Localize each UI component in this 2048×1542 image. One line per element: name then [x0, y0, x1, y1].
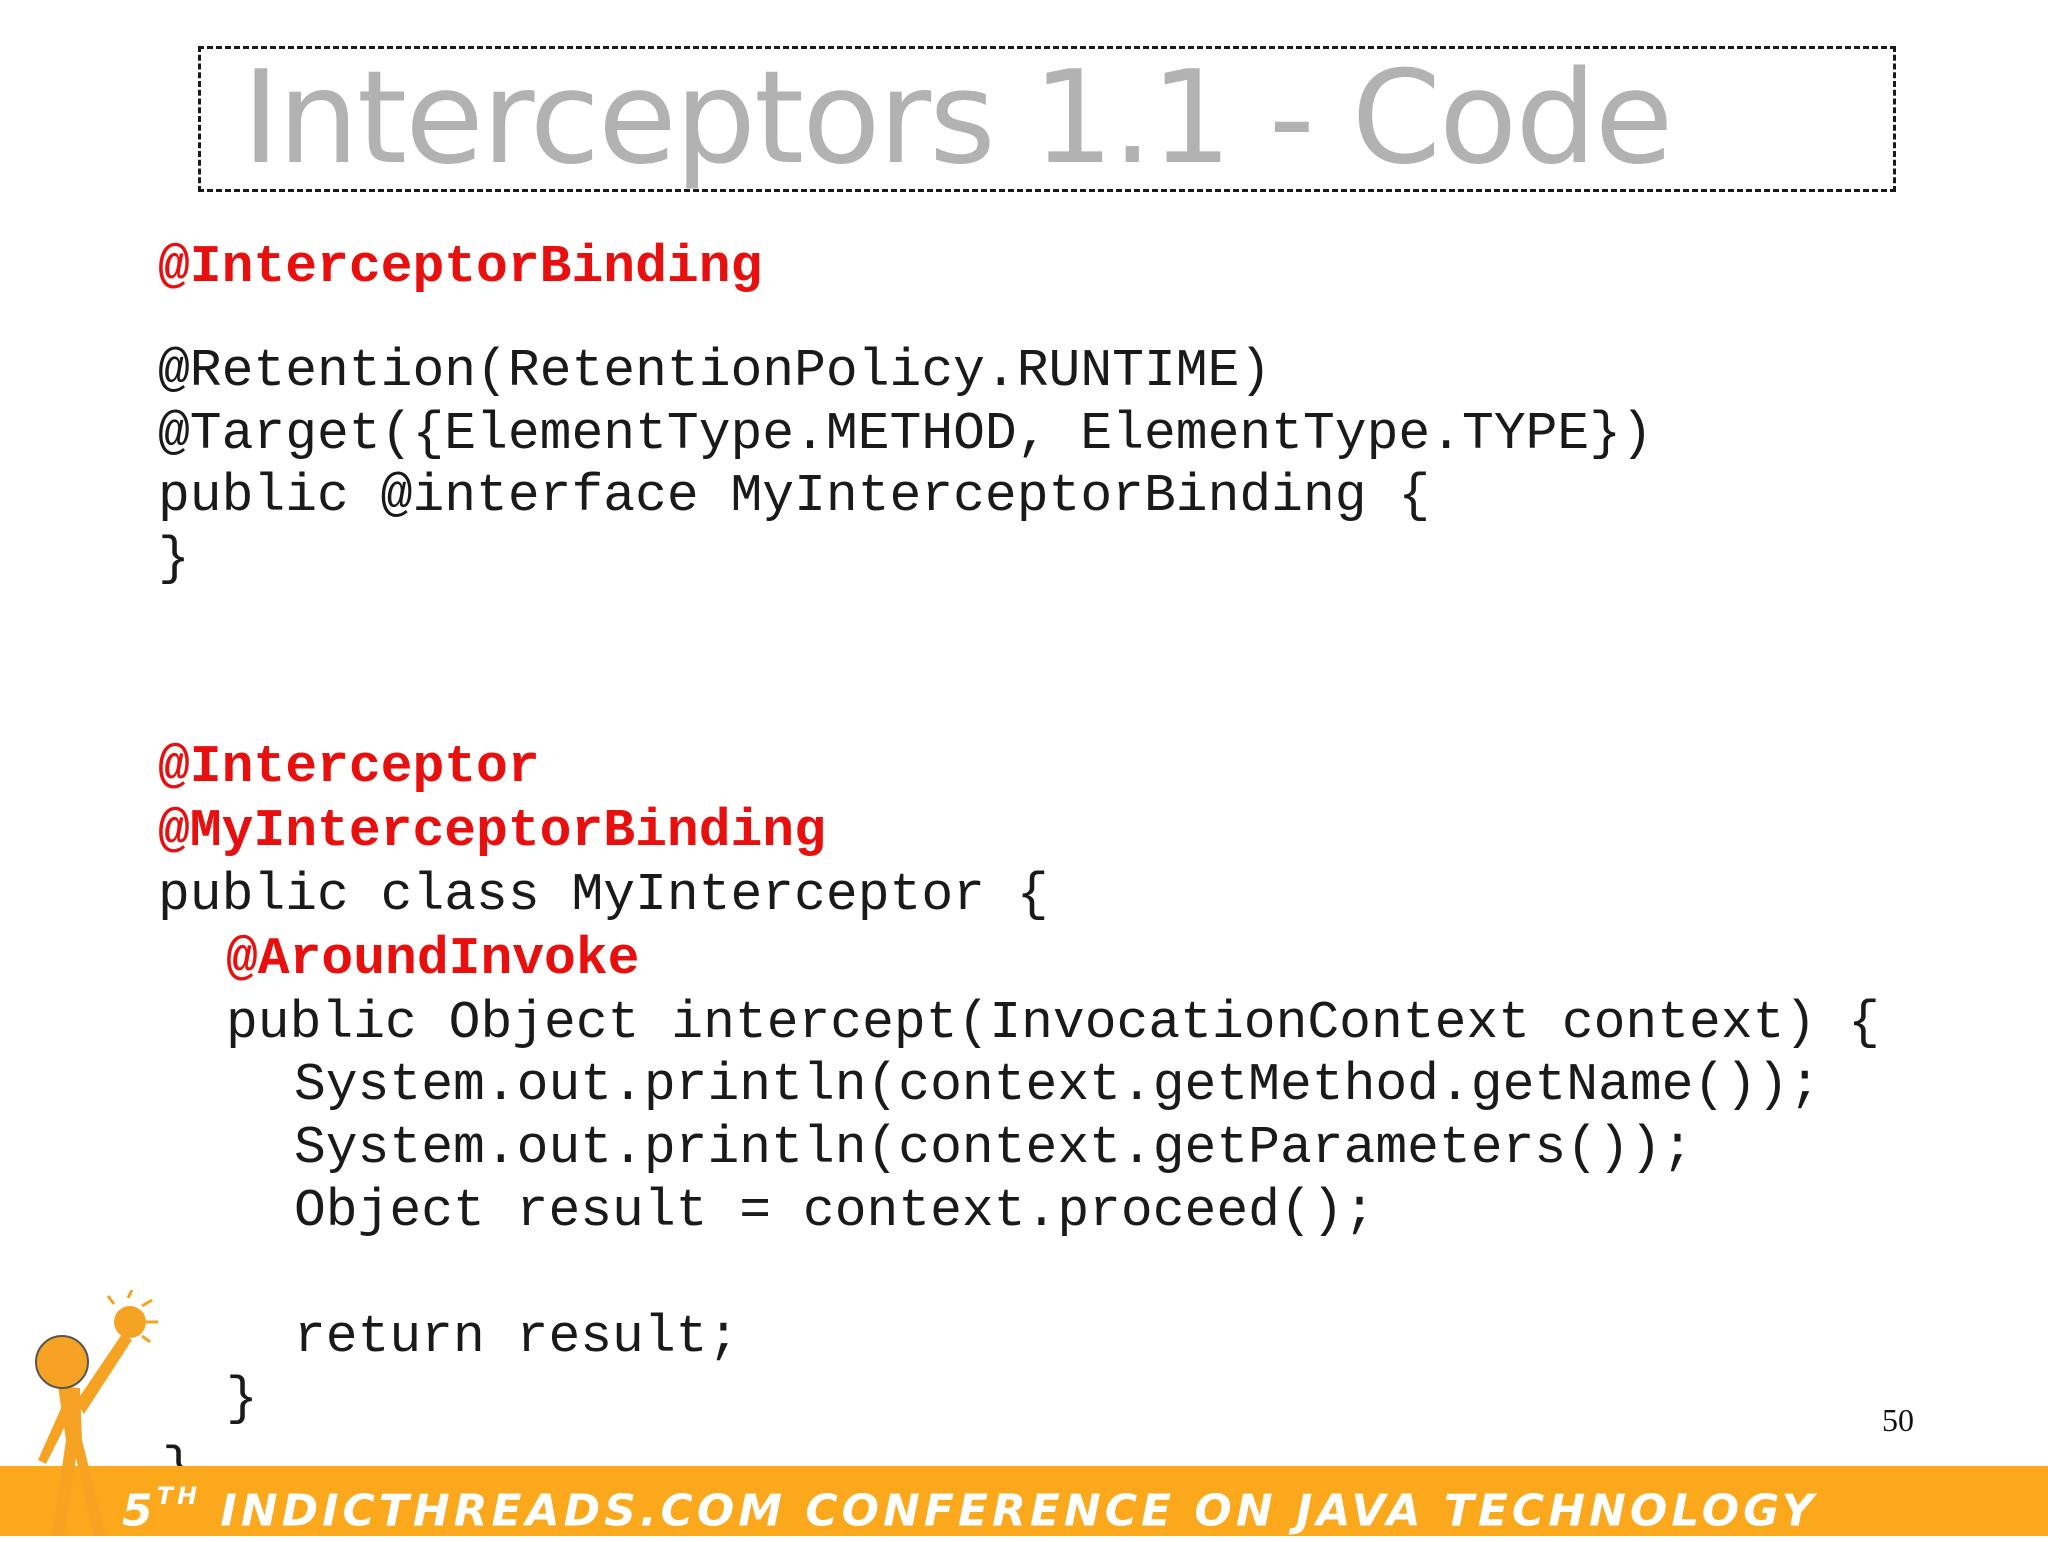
code-line: } [158, 529, 190, 589]
juggler-mascot-icon [35, 1290, 158, 1536]
code-line: System.out.println(context.getParameters… [294, 1118, 1694, 1178]
annotation-interceptor-binding: @InterceptorBinding [158, 237, 763, 297]
code-line: return result; [294, 1307, 740, 1367]
method-declaration: public Object intercept(InvocationContex… [226, 993, 1880, 1053]
code-line: public @interface MyInterceptorBinding { [158, 466, 1431, 526]
annotation-around-invoke: @AroundInvoke [226, 929, 640, 989]
annotation-interceptor: @Interceptor [158, 737, 540, 797]
code-line: @Retention(RetentionPolicy.RUNTIME) [158, 341, 1272, 401]
page-number: 50 [1882, 1402, 1914, 1438]
footer-conference-text: 5TH INDICTHREADS.COM CONFERENCE ON JAVA … [122, 1472, 1817, 1537]
footer-text: INDICTHREADS.COM CONFERENCE ON JAVA TECH… [220, 1485, 1818, 1537]
code-block-binding: @InterceptorBinding @Retention(Retention… [158, 236, 1653, 596]
class-declaration: public class MyInterceptor { [158, 865, 1049, 925]
code-line: Object result = context.proceed(); [294, 1181, 1376, 1241]
code-line: @Target({ElementType.METHOD, ElementType… [158, 404, 1653, 464]
slide-title: Interceptors 1.1 - Code [242, 44, 1673, 193]
code-line: System.out.println(context.getMethod.get… [294, 1055, 1821, 1115]
method-close-brace: } [226, 1369, 258, 1429]
annotation-my-interceptor-binding: @MyInterceptorBinding [158, 801, 826, 861]
